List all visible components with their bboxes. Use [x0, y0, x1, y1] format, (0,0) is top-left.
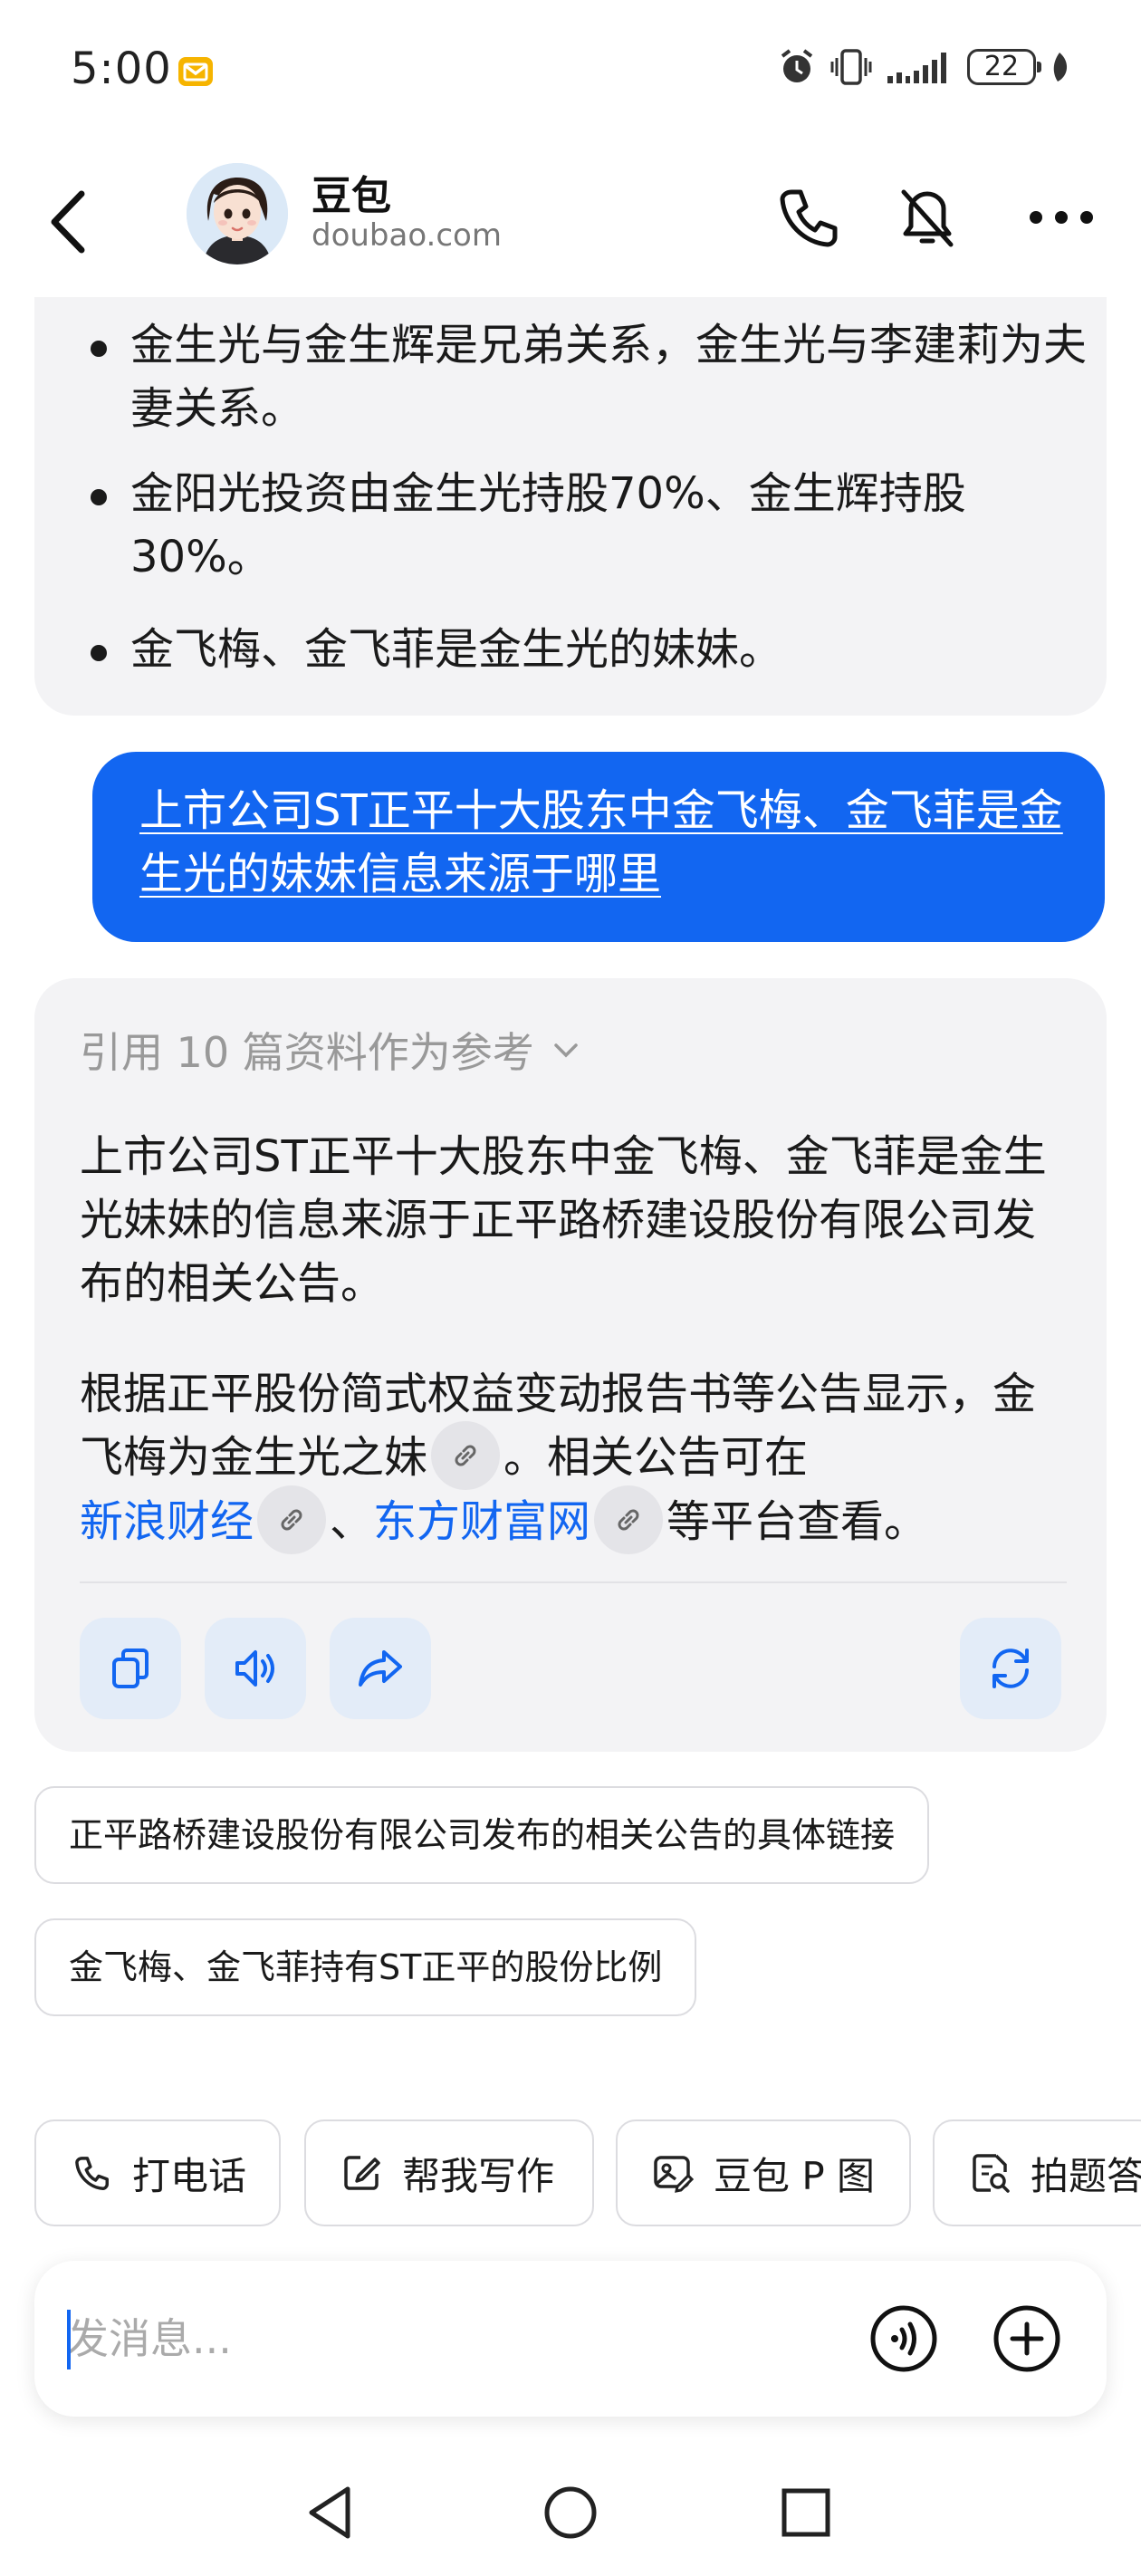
- answer-paragraph: 根据正平股份简式权益变动报告书等公告显示，金飞梅为金生光之妹 。相关公告可在 新浪财…: [80, 1362, 1076, 1554]
- signal-icon: [886, 49, 954, 85]
- text-cursor: [67, 2310, 71, 2369]
- suggestion-chip[interactable]: 正平路桥建设股份有限公司发布的相关公告的具体链接: [34, 1786, 930, 1884]
- mail-notification-icon: [177, 56, 214, 87]
- mute-button[interactable]: [891, 181, 964, 254]
- chevron-down-icon: [551, 1034, 581, 1065]
- source-link-eastmoney[interactable]: 东方财富网: [373, 1496, 590, 1547]
- tool-phone-call[interactable]: 打电话: [34, 2119, 281, 2226]
- answer-text: 。相关公告可在: [503, 1432, 809, 1483]
- phone-icon: [71, 2152, 132, 2194]
- answer-text: 、: [330, 1496, 374, 1547]
- copy-button[interactable]: [80, 1618, 181, 1719]
- bullet-item: 金生光与金生辉是兄弟关系，金生光与李建莉为夫妻关系。: [130, 320, 1088, 434]
- source-link-sina[interactable]: 新浪财经: [80, 1496, 254, 1547]
- voice-call-button[interactable]: [772, 181, 844, 254]
- photo-question-icon: [969, 2152, 1031, 2194]
- user-message[interactable]: 上市公司ST正平十大股东中金飞梅、金飞菲是金生光的妹妹信息来源于哪里: [92, 752, 1105, 942]
- bullet-dot: [91, 341, 107, 357]
- citation-link-icon[interactable]: [594, 1485, 664, 1554]
- nav-back-button[interactable]: [295, 2476, 368, 2549]
- add-attachment-button[interactable]: [991, 2302, 1063, 2375]
- alarm-icon: [777, 47, 817, 87]
- message-input[interactable]: [67, 2306, 791, 2371]
- regenerate-button[interactable]: [960, 1618, 1061, 1719]
- status-bar: 5:00 22: [0, 0, 1141, 145]
- leaf-icon: [1049, 51, 1070, 83]
- bot-message: 引用 10 篇资料作为参考 上市公司ST正平十大股东中金飞梅、金飞菲是金生光妹妹…: [34, 978, 1107, 1752]
- share-button[interactable]: [330, 1618, 431, 1719]
- divider: [80, 1581, 1067, 1583]
- tool-label: 豆包 P 图: [714, 2153, 876, 2198]
- message-input-bar: [34, 2261, 1107, 2417]
- tool-label: 打电话: [132, 2153, 247, 2198]
- tool-label: 拍题答: [1031, 2153, 1141, 2198]
- vibrate-icon: [829, 47, 873, 87]
- system-navigation-bar: [0, 2446, 1141, 2576]
- back-button[interactable]: [40, 181, 103, 263]
- tool-writing[interactable]: 帮我写作: [304, 2119, 594, 2226]
- answer-text: 等平台查看。: [666, 1496, 928, 1547]
- references-toggle[interactable]: 引用 10 篇资料作为参考: [80, 1020, 581, 1080]
- bullet-item: 金飞梅、金飞菲是金生光的妹妹。: [130, 624, 783, 675]
- chat-header: 豆包 doubao.com: [0, 145, 1141, 299]
- read-aloud-button[interactable]: [205, 1618, 306, 1719]
- bullet-dot: [91, 489, 107, 505]
- nav-recents-button[interactable]: [770, 2476, 842, 2549]
- status-time: 5:00: [71, 43, 172, 94]
- nav-home-button[interactable]: [534, 2476, 607, 2549]
- avatar[interactable]: [187, 163, 288, 264]
- bot-name: 豆包: [312, 173, 391, 219]
- image-edit-icon: [652, 2152, 714, 2194]
- edit-icon: [340, 2152, 402, 2194]
- references-label: 引用 10 篇资料作为参考: [80, 1028, 534, 1077]
- user-message-text: 上市公司ST正平十大股东中金飞梅、金飞菲是金生光的妹妹信息来源于哪里: [139, 785, 1063, 899]
- suggestion-chip[interactable]: 金飞梅、金飞菲持有ST正平的股份比例: [34, 1918, 697, 2016]
- bot-domain: doubao.com: [312, 217, 502, 254]
- citation-link-icon[interactable]: [431, 1421, 501, 1490]
- tool-image-edit[interactable]: 豆包 P 图: [616, 2119, 911, 2226]
- answer-paragraph: 上市公司ST正平十大股东中金飞梅、金飞菲是金生光妹妹的信息来源于正平路桥建设股份…: [80, 1131, 1047, 1309]
- bullet-item: 金阳光投资由金生光持股70%、金生辉持股30%。: [130, 468, 966, 582]
- bullet-dot: [91, 645, 107, 661]
- bot-message-previous: 金生光与金生辉是兄弟关系，金生光与李建莉为夫妻关系。 金阳光投资由金生光持股70…: [34, 297, 1107, 716]
- tool-photo-question[interactable]: 拍题答: [933, 2119, 1141, 2226]
- status-icons: 22: [777, 47, 1070, 87]
- voice-input-button[interactable]: [868, 2302, 940, 2375]
- citation-link-icon[interactable]: [257, 1485, 327, 1554]
- more-options-button[interactable]: [1018, 181, 1105, 254]
- battery-indicator: 22: [967, 49, 1041, 85]
- tool-label: 帮我写作: [402, 2153, 555, 2198]
